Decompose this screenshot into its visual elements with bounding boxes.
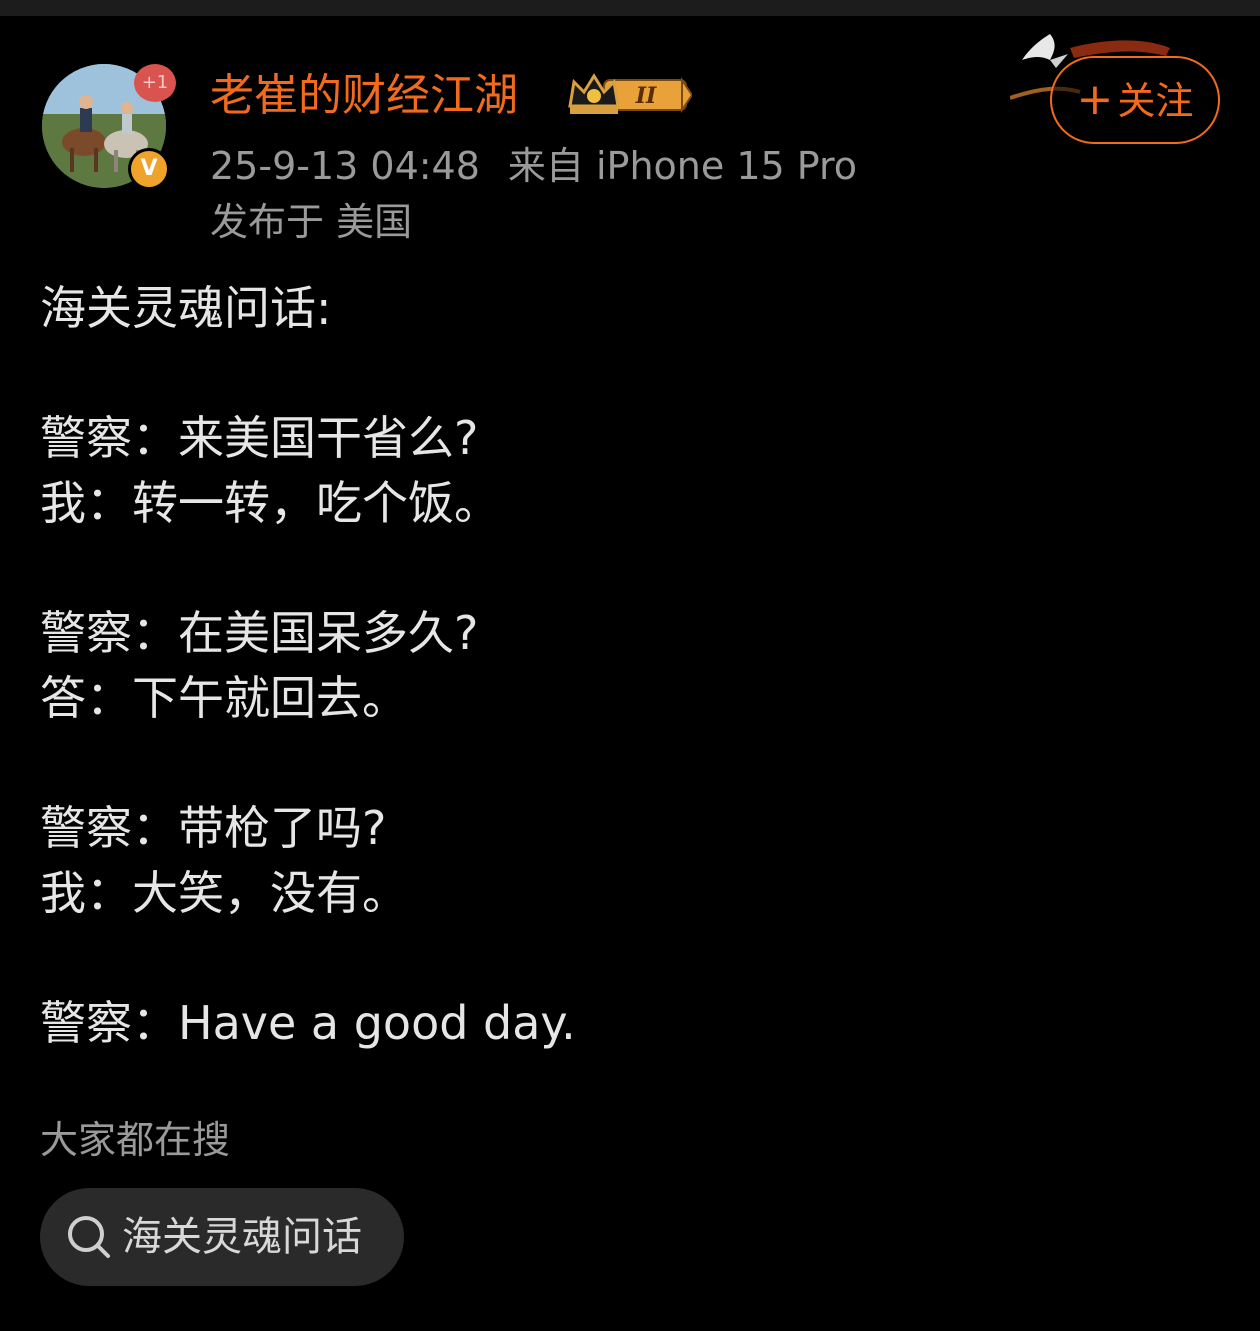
crown-icon: II <box>568 73 692 114</box>
avatar-notification-badge: +1 <box>134 64 176 102</box>
post-line-blank <box>40 536 1220 601</box>
verified-icon: V <box>128 148 170 190</box>
follow-button[interactable]: + 关注 <box>1050 56 1220 144</box>
author-avatar[interactable]: +1 V <box>42 64 176 190</box>
post-line: 答：下午就回去。 <box>40 671 408 725</box>
follow-button-label: 关注 <box>1117 79 1194 123</box>
post-line-blank <box>40 731 1220 796</box>
trending-search-label: 大家都在搜 <box>40 1118 231 1162</box>
level-badge-text: II <box>635 83 657 109</box>
search-suggestion-text: 海关灵魂问话 <box>122 1214 362 1260</box>
post-line: 警察：带枪了吗? <box>40 801 387 855</box>
plus-icon: + <box>1076 74 1114 125</box>
post-line: 警察：在美国呆多久? <box>40 606 479 660</box>
post-line-blank <box>40 341 1220 406</box>
search-icon <box>68 1216 110 1258</box>
status-bar <box>0 0 1260 16</box>
post-line: 我：大笑，没有。 <box>40 866 408 920</box>
post-source: 来自 iPhone 15 Pro <box>507 144 858 188</box>
post-line: 我：转一转，吃个饭。 <box>40 476 500 530</box>
post-line: 警察：来美国干省么? <box>40 411 479 465</box>
post-line: 警察：Have a good day. <box>40 996 576 1050</box>
search-suggestion-chip[interactable]: 海关灵魂问话 <box>40 1188 404 1286</box>
post-location: 发布于 美国 <box>210 200 413 244</box>
post-line: 海关灵魂问话: <box>40 281 332 335</box>
author-name[interactable]: 老崔的财经江湖 <box>210 66 518 126</box>
post-body: 海关灵魂问话: 警察：来美国干省么? 我：转一转，吃个饭。 警察：在美国呆多久?… <box>40 276 1220 1056</box>
post-line-blank <box>40 926 1220 991</box>
post-meta: 25-9-13 04:48 来自 iPhone 15 Pro <box>210 140 857 192</box>
post-time: 25-9-13 04:48 <box>210 144 480 188</box>
